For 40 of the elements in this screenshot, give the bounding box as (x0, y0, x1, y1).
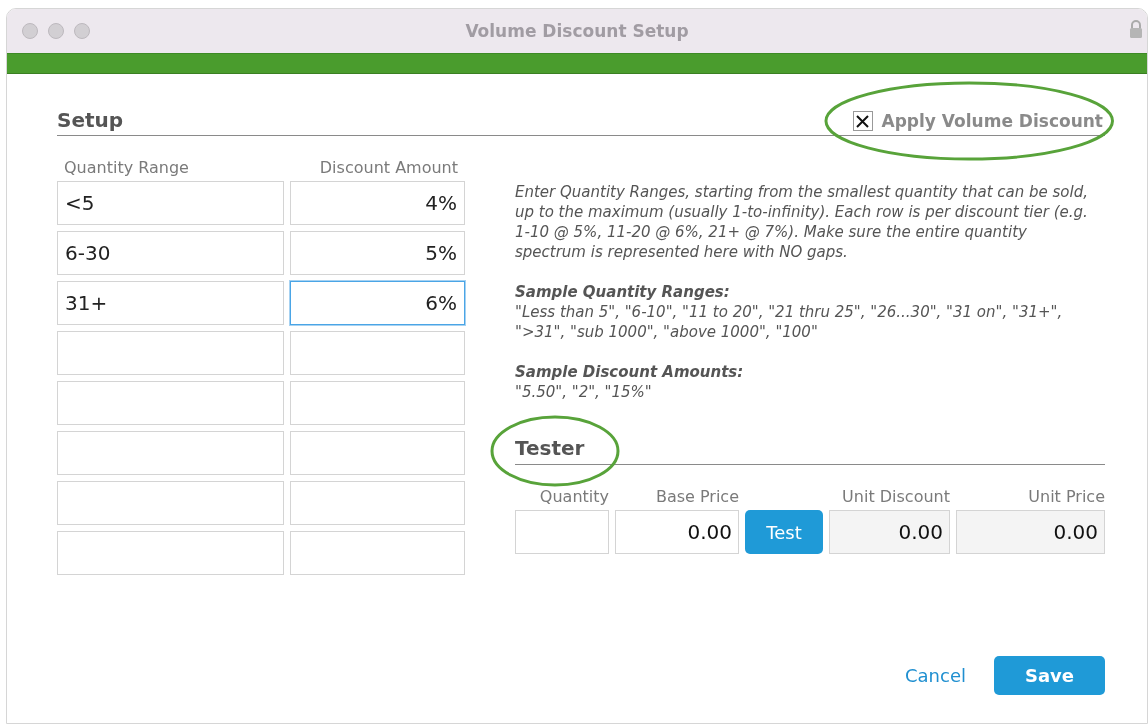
sample-text: "5.50", "2", "15%" (515, 382, 653, 402)
range-field[interactable] (57, 331, 284, 375)
range-field[interactable] (57, 381, 284, 425)
column-header: Discount Amount (319, 158, 458, 177)
range-field[interactable]: 6-30 (57, 231, 284, 275)
column-header: Quantity Range (64, 158, 189, 177)
input-field[interactable]: 0.00 (615, 510, 739, 554)
section-heading: Tester (515, 436, 585, 460)
sample-text: "Less than 5", "6-10", "11 to 20", "21 thru 25", "26...30", "31 on", "31+", ">31", "sub 1000", "above 1000", "100" (515, 302, 1064, 342)
close-button[interactable] (22, 23, 38, 39)
window-title: Volume Discount Setup (465, 21, 689, 41)
range-field[interactable] (57, 531, 284, 575)
amount-field[interactable]: 4% (290, 181, 465, 225)
output-field[interactable]: 0.00 (829, 510, 950, 554)
output-field[interactable]: 0.00 (956, 510, 1105, 554)
section-heading: Setup (57, 108, 124, 132)
range-field[interactable] (57, 481, 284, 525)
zoom-button[interactable] (74, 23, 90, 39)
field-label: Unit Discount (841, 487, 950, 506)
minimize-button[interactable] (48, 23, 64, 39)
instructions-text: Enter Quantity Ranges, starting from the smallest quantity that can be sold, up to the maximum (usually 1-to-infinity). Each row is per discount tier (e.g. 1-10 @ 5%, 11-20 @ 6%, 21+ @ 7%). Make sure the entire quantity spectrum is represented here with NO gaps. (515, 182, 1089, 262)
amount-field[interactable] (290, 431, 465, 475)
field-label: Base Price (654, 487, 739, 506)
sample-heading: Sample Quantity Ranges: (515, 282, 731, 302)
sample-heading: Sample Discount Amounts: (515, 362, 745, 382)
amount-field[interactable]: 6% (290, 281, 465, 325)
amount-field[interactable] (290, 381, 465, 425)
amount-field[interactable] (290, 531, 465, 575)
amount-field[interactable] (290, 331, 465, 375)
amount-field[interactable] (290, 481, 465, 525)
field-label: Unit Price (1027, 487, 1105, 506)
lock-icon (1129, 19, 1143, 39)
range-field[interactable]: 31+ (57, 281, 284, 325)
cancel-button[interactable]: Cancel (905, 665, 966, 686)
range-field[interactable] (57, 431, 284, 475)
range-field[interactable]: <5 (57, 181, 284, 225)
input-field[interactable] (515, 510, 609, 554)
checkbox[interactable] (852, 111, 873, 131)
field-label: Quantity (538, 487, 609, 506)
amount-field[interactable]: 5% (290, 231, 465, 275)
